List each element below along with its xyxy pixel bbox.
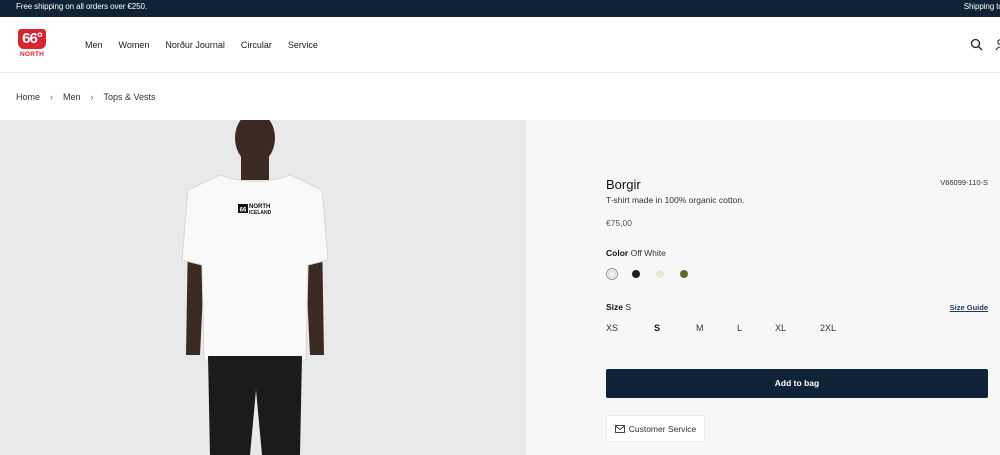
nav-item-circular[interactable]: Circular bbox=[241, 40, 272, 50]
size-options: XS S M L XL 2XL bbox=[606, 323, 836, 336]
breadcrumb-home[interactable]: Home bbox=[16, 92, 40, 102]
model-illustration: 66 NORTH ICELAND bbox=[0, 120, 526, 455]
size-option-xl[interactable]: XL bbox=[775, 323, 820, 336]
customer-service-label: Customer Service bbox=[628, 423, 697, 434]
size-label: Size bbox=[606, 302, 624, 312]
color-swatches bbox=[606, 268, 690, 280]
size-option-2xl[interactable]: 2XL bbox=[820, 323, 836, 336]
breadcrumb-tops-vests[interactable]: Tops & Vests bbox=[104, 92, 156, 102]
product-description: T-shirt made in 100% organic cotton. bbox=[606, 195, 745, 205]
product-title: Borgir bbox=[606, 177, 641, 192]
size-guide-link[interactable]: Size Guide bbox=[950, 303, 988, 312]
size-option-l[interactable]: L bbox=[737, 323, 775, 336]
product-image[interactable]: 66 NORTH ICELAND bbox=[0, 120, 526, 455]
nav-item-men[interactable]: Men bbox=[85, 40, 103, 50]
user-icon[interactable] bbox=[995, 39, 1000, 51]
product-details-panel: Borgir V66099-110-S T-shirt made in 100%… bbox=[526, 120, 1000, 455]
mail-icon bbox=[614, 424, 625, 433]
add-to-bag-button[interactable]: Add to bag bbox=[606, 369, 988, 398]
size-option-m[interactable]: M bbox=[696, 323, 737, 336]
breadcrumb-separator: › bbox=[90, 92, 94, 102]
site-header: 66° NORTH Men Women Norður Journal Circu… bbox=[0, 17, 1000, 73]
customer-service-button[interactable]: Customer Service bbox=[606, 415, 705, 442]
swatch-olive[interactable] bbox=[678, 268, 690, 280]
swatch-off-white[interactable] bbox=[606, 268, 618, 280]
logo-word: NORTH bbox=[19, 51, 45, 58]
tshirt-print-line2: ICELAND bbox=[249, 210, 272, 216]
nav-item-women[interactable]: Women bbox=[119, 40, 150, 50]
tshirt-print-mark: 66 bbox=[240, 208, 247, 214]
size-value: S bbox=[625, 302, 632, 312]
breadcrumb: Home › Men › Tops & Vests bbox=[16, 92, 156, 102]
shipping-to-link[interactable]: Shipping to E bbox=[964, 2, 1000, 11]
color-label-row: Color Off White bbox=[606, 248, 666, 258]
search-icon[interactable] bbox=[970, 38, 983, 51]
main-nav: Men Women Norður Journal Circular Servic… bbox=[85, 40, 318, 50]
swatch-cream[interactable] bbox=[654, 268, 666, 280]
breadcrumb-men[interactable]: Men bbox=[63, 92, 81, 102]
size-option-xs[interactable]: XS bbox=[606, 323, 654, 336]
breadcrumb-separator: › bbox=[50, 92, 54, 102]
color-label: Color bbox=[606, 248, 629, 258]
swatch-black[interactable] bbox=[630, 268, 642, 280]
logo-mark: 66° bbox=[18, 29, 46, 49]
nav-item-nordur-journal[interactable]: Norður Journal bbox=[165, 40, 225, 50]
color-value: Off White bbox=[630, 248, 666, 258]
free-shipping-text: Free shipping on all orders over €250. bbox=[16, 2, 147, 11]
size-label-row: Size S bbox=[606, 302, 631, 312]
product-sku: V66099-110-S bbox=[940, 178, 988, 187]
product-price: €75,00 bbox=[606, 218, 632, 228]
logo[interactable]: 66° NORTH bbox=[18, 29, 46, 59]
announcement-bar: Free shipping on all orders over €250. S… bbox=[0, 0, 1000, 17]
nav-item-service[interactable]: Service bbox=[288, 40, 318, 50]
